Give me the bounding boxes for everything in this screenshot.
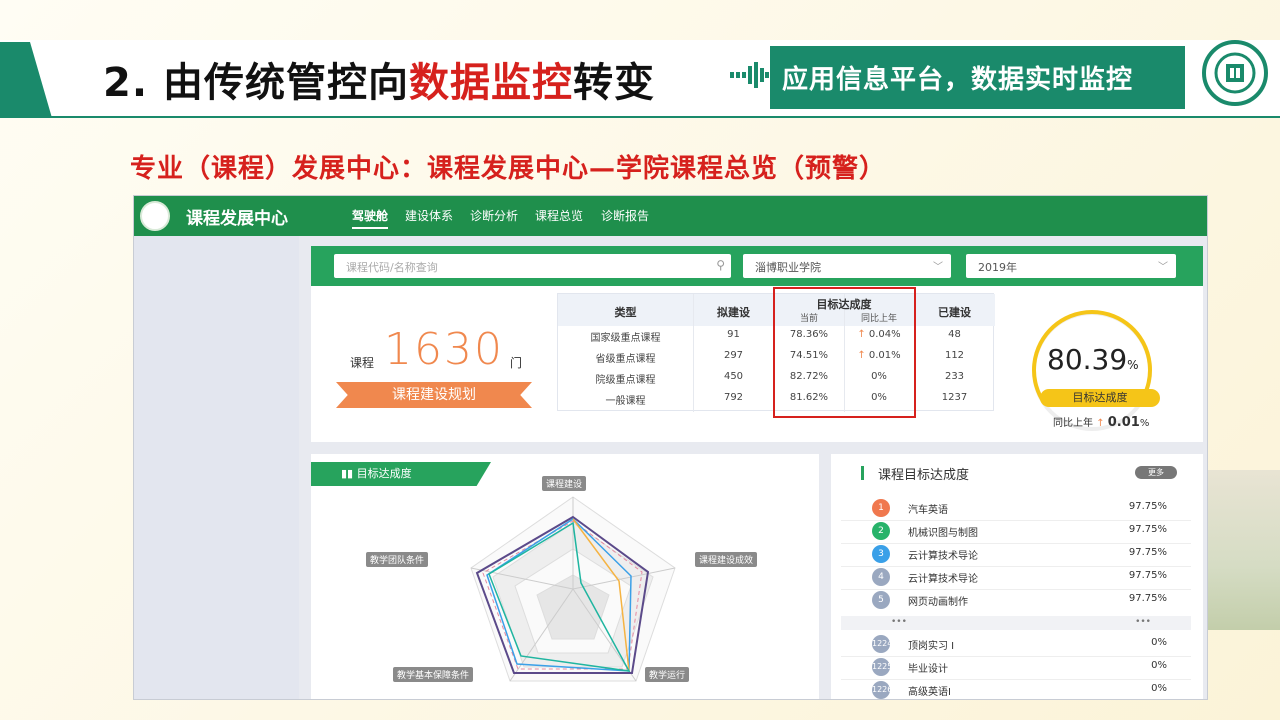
- search-icon: ⚲: [716, 258, 725, 272]
- cell-built: 48: [948, 329, 961, 340]
- ellipsis-row: ••• •••: [841, 616, 1191, 630]
- list-item[interactable]: 1 汽车英语 97.75%: [872, 499, 1192, 517]
- left-decoration: [0, 42, 52, 118]
- course-name: 机械识图与制图: [908, 528, 978, 539]
- list-item[interactable]: 1224 顶岗实习 I 0%: [872, 635, 1192, 653]
- course-value: 97.75%: [1128, 547, 1167, 558]
- course-value: 97.75%: [1128, 524, 1167, 535]
- radar-axis-label: 课程建设成效: [695, 552, 758, 567]
- gauge-label: 目标达成度: [1040, 389, 1160, 407]
- cell-type: 省级重点课程: [595, 354, 656, 365]
- course-value: 97.75%: [1128, 501, 1167, 512]
- cell-planned: 792: [723, 392, 744, 403]
- radar-axis-label: 课程建设: [542, 476, 587, 491]
- course-value: 0%: [1151, 637, 1167, 648]
- chevron-down-icon: ﹀: [1158, 262, 1168, 273]
- cell-type: 国家级重点课程: [590, 333, 661, 344]
- title-underline: [40, 116, 1280, 118]
- header-planned: 拟建设: [717, 306, 750, 319]
- course-value: 97.75%: [1128, 570, 1167, 581]
- arrow-up-icon: ↑: [1096, 418, 1105, 429]
- gauge-yoy: 同比上年 ↑ 0.01%: [1053, 415, 1150, 430]
- rank-badge: 1225: [872, 658, 890, 676]
- cell-planned: 450: [723, 371, 744, 382]
- rank-badge: 5: [872, 591, 890, 609]
- course-name: 网页动画制作: [908, 597, 968, 608]
- course-name: 云计算技术导论: [908, 551, 978, 562]
- nav-item-cockpit[interactable]: 驾驶舱: [352, 207, 389, 229]
- app-logo: [140, 201, 170, 231]
- chevron-down-icon: ﹀: [933, 262, 943, 273]
- cell-built: 1237: [941, 392, 968, 403]
- course-plan-button[interactable]: 课程建设规划: [336, 382, 532, 408]
- college-select[interactable]: 淄博职业学院 ﹀: [743, 254, 951, 278]
- list-item[interactable]: 3 云计算技术导论 97.75%: [872, 545, 1192, 563]
- course-name: 高级英语I: [908, 687, 951, 698]
- cell-planned: 91: [727, 329, 740, 340]
- list-item[interactable]: 2 机械识图与制图 97.75%: [872, 522, 1192, 540]
- list-item[interactable]: 1225 毕业设计 0%: [872, 658, 1192, 676]
- list-item[interactable]: 1226 高级英语I 0%: [872, 681, 1192, 699]
- slide-subtitle: 专业（课程）发展中心：课程发展中心—学院课程总览（预警）: [130, 154, 887, 184]
- more-button[interactable]: 更多: [1135, 466, 1177, 479]
- radar-tab[interactable]: ▮▮ 目标达成度: [311, 462, 491, 486]
- highlight-box: [773, 287, 916, 418]
- course-name: 毕业设计: [908, 664, 948, 675]
- header-built: 已建设: [938, 306, 971, 319]
- header-type: 类型: [614, 306, 637, 319]
- cell-planned: 297: [723, 350, 744, 361]
- platform-badge: 应用信息平台，数据实时监控: [770, 46, 1185, 109]
- course-value: 97.75%: [1128, 593, 1167, 604]
- app-window: 课程发展中心 驾驶舱 建设体系 诊断分析 课程总览 诊断报告 课程代码/名称查询…: [133, 195, 1208, 700]
- course-value: 0%: [1151, 683, 1167, 694]
- radar-axis-label: 教学基本保障条件: [393, 667, 474, 682]
- radar-axis-label: 教学团队条件: [366, 552, 429, 567]
- ranking-title: 课程目标达成度: [878, 468, 970, 483]
- rank-badge: 1224: [872, 635, 890, 653]
- rank-badge: 1226: [872, 681, 890, 699]
- cell-built: 112: [944, 350, 965, 361]
- course-name: 汽车英语: [908, 505, 948, 516]
- course-count: 1630: [384, 324, 504, 375]
- rank-badge: 2: [872, 522, 890, 540]
- ranking-title-bar: [861, 466, 864, 480]
- course-value: 0%: [1151, 660, 1167, 671]
- course-name: 云计算技术导论: [908, 574, 978, 585]
- campus-photo: [1208, 470, 1280, 630]
- top-nav: 课程发展中心 驾驶舱 建设体系 诊断分析 课程总览 诊断报告: [134, 196, 1207, 236]
- bar-chart-icon: ▮▮: [341, 467, 354, 480]
- course-count-label: 课程: [350, 356, 375, 370]
- nav-item-overview[interactable]: 课程总览: [535, 207, 583, 224]
- nav-item-system[interactable]: 建设体系: [405, 207, 453, 224]
- nav-item-diagnosis[interactable]: 诊断分析: [470, 207, 518, 224]
- list-item[interactable]: 5 网页动画制作 97.75%: [872, 591, 1192, 609]
- cell-built: 233: [944, 371, 965, 382]
- rank-badge: 4: [872, 568, 890, 586]
- slide-title: 2. 由传统管控向数据监控转变: [103, 60, 655, 106]
- app-brand: 课程发展中心: [186, 209, 288, 229]
- year-select[interactable]: 2019年 ﹀: [966, 254, 1176, 278]
- gauge-value: 80.39%: [1047, 343, 1139, 376]
- arrow-right-icon: [730, 62, 769, 88]
- list-item[interactable]: 4 云计算技术导论 97.75%: [872, 568, 1192, 586]
- search-input[interactable]: 课程代码/名称查询 ⚲: [334, 254, 731, 278]
- rank-badge: 1: [872, 499, 890, 517]
- cell-type: 一般课程: [605, 396, 646, 407]
- radar-chart: [470, 496, 676, 682]
- cell-type: 院级重点课程: [595, 375, 656, 386]
- school-logo: [1202, 40, 1268, 106]
- filter-bar: 课程代码/名称查询 ⚲ 淄博职业学院 ﹀ 2019年 ﹀: [311, 246, 1203, 286]
- course-name: 顶岗实习 I: [908, 641, 955, 652]
- nav-item-report[interactable]: 诊断报告: [601, 207, 649, 224]
- rank-badge: 3: [872, 545, 890, 563]
- sidebar: [134, 236, 299, 699]
- course-count-unit: 门: [510, 356, 523, 370]
- radar-axis-label: 教学运行: [645, 667, 690, 682]
